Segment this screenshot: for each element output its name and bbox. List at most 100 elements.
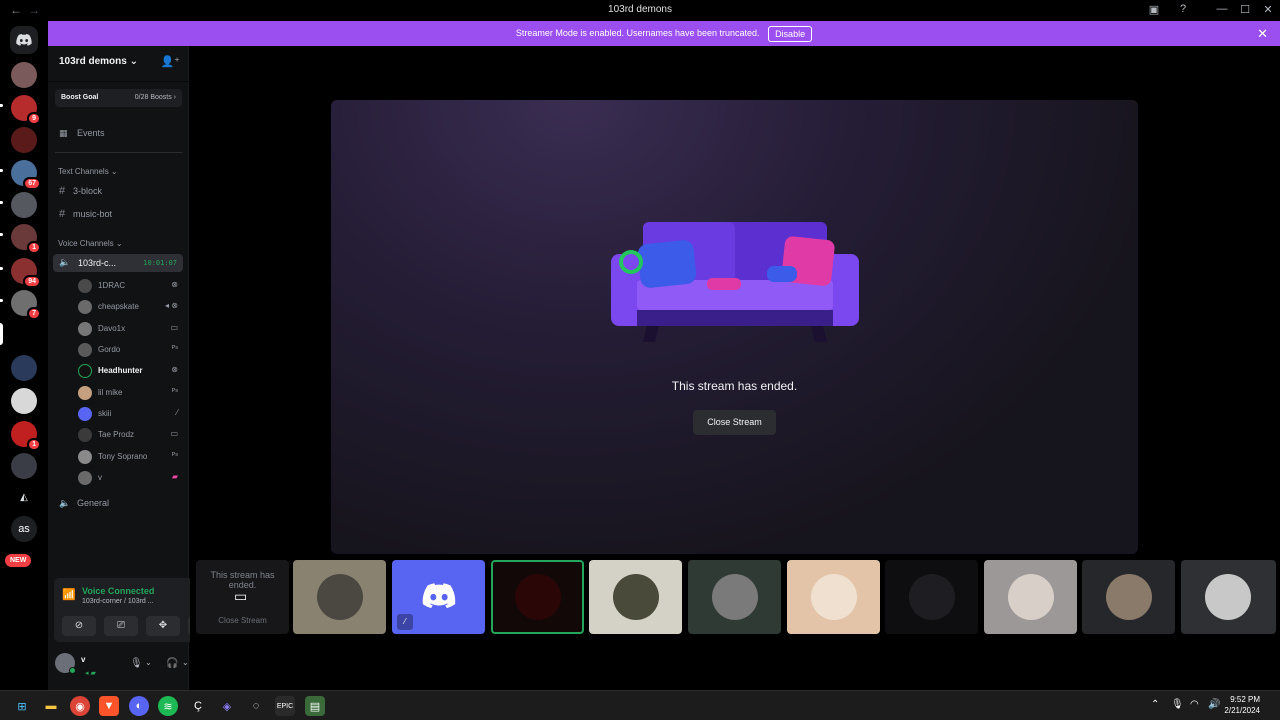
system-clock[interactable]: 9:52 PM 2/21/2024 (1224, 694, 1260, 716)
text-channels-category[interactable]: Text Channels ⌄ (58, 167, 118, 176)
maximize-button[interactable]: ☐ (1237, 3, 1253, 16)
wifi-icon[interactable]: ◠ (1190, 699, 1199, 710)
screen-share-button[interactable]: ⎚ (104, 616, 138, 636)
avatar (613, 574, 659, 620)
playstation-icon: ᴾˢ (171, 451, 178, 460)
active-server-pill (0, 323, 3, 345)
close-banner-icon[interactable]: ✕ (1257, 21, 1268, 46)
voice-channels-category[interactable]: Voice Channels ⌄ (58, 239, 123, 248)
close-window-button[interactable]: ✕ (1260, 3, 1276, 16)
camera-off-button[interactable]: ⊘ (62, 616, 96, 636)
file-explorer-icon[interactable]: ▬ (41, 696, 61, 716)
signal-icon[interactable]: 📶 (62, 588, 76, 601)
voice-member[interactable]: skiii ⁄ (78, 406, 182, 422)
voice-member[interactable]: 1DRAC ⊗ (78, 278, 182, 294)
participant-tile[interactable] (885, 560, 978, 634)
server-icon[interactable]: 94 (11, 258, 41, 288)
app-icon[interactable]: ▤ (305, 696, 325, 716)
voice-member[interactable]: Headhunter ⊗ (78, 363, 182, 379)
mention-badge: 9 (27, 112, 41, 125)
game-icon: ▰ (171, 472, 178, 481)
spotify-icon[interactable]: ≋ (158, 696, 178, 716)
server-icon[interactable] (11, 192, 37, 218)
server-icon[interactable]: 7 (11, 290, 41, 320)
activities-button[interactable]: ✥ (146, 616, 180, 636)
voice-member[interactable]: Davo1x ▭ (78, 321, 182, 337)
voice-member[interactable]: cheapskate ◂ ⊗ (78, 299, 182, 315)
voice-member[interactable]: v ▰ (78, 470, 182, 486)
server-icon[interactable] (11, 453, 37, 479)
participant-tile[interactable] (293, 560, 386, 634)
windows-start-icon[interactable]: ⊞ (12, 696, 32, 716)
epic-games-icon[interactable]: EPIC (275, 696, 295, 716)
steam-icon[interactable]: Ç (188, 696, 208, 716)
ended-stream-tile[interactable]: This stream has ended. ▭ Close Stream (196, 560, 289, 634)
chevron-up-icon[interactable]: ⌃ (1151, 699, 1159, 710)
username[interactable]: v (81, 655, 85, 664)
voice-member[interactable]: lil mike ᴾˢ (78, 385, 182, 401)
voice-member[interactable]: Tae Prodz ▭ (78, 427, 182, 443)
voice-member[interactable]: Gordo ᴾˢ (78, 342, 182, 358)
voice-connected-status[interactable]: Voice Connected (82, 586, 154, 596)
server-icon[interactable]: 67 (11, 160, 41, 190)
headphones-icon[interactable]: 🎧 (166, 658, 178, 669)
minimize-button[interactable]: — (1214, 3, 1230, 15)
avatar (1008, 574, 1054, 620)
boost-goal-bar[interactable]: Boost Goal 0/28 Boosts › (55, 89, 182, 107)
server-icon[interactable] (11, 62, 37, 88)
server-icon[interactable] (11, 388, 37, 414)
volume-icon[interactable]: 🔊 (1208, 699, 1220, 710)
microphone-icon[interactable]: 🎙 (130, 658, 143, 669)
chrome-icon[interactable]: ◉ (70, 696, 90, 716)
close-stream-button[interactable]: Close Stream (693, 410, 776, 435)
channel-3-block[interactable]: #3-block (59, 185, 102, 197)
participant-tile[interactable] (688, 560, 781, 634)
hash-icon: # (59, 208, 66, 220)
avatar (712, 574, 758, 620)
channel-music-bot[interactable]: # music-bot (59, 208, 112, 220)
disable-streamer-mode-button[interactable]: Disable (768, 25, 813, 42)
chevron-down-icon[interactable]: ⌄ (182, 658, 189, 667)
avatar (78, 386, 92, 400)
mention-badge: 67 (23, 177, 41, 190)
active-voice-channel[interactable]: 🔈 103rd-c... 10:01:07 (53, 254, 183, 272)
participant-tile[interactable]: ⁄ (392, 560, 485, 634)
chevron-down-icon[interactable]: ⌄ (145, 658, 152, 667)
guild-name: 103rd demons ⌄ (59, 56, 138, 67)
server-icon[interactable]: 1 (11, 224, 41, 254)
stream-ended-message: This stream has ended. (671, 379, 798, 393)
invite-people-icon[interactable]: 👤⁺ (160, 55, 180, 68)
server-icon[interactable]: 1 (11, 421, 41, 451)
guild-header[interactable]: 103rd demons ⌄ 👤⁺ (48, 46, 189, 82)
app-icon[interactable]: ◌ (246, 696, 266, 716)
participant-tile[interactable] (1082, 560, 1175, 634)
voice-member[interactable]: Tony Soprano ᴾˢ (78, 449, 182, 465)
help-icon[interactable]: ? (1175, 3, 1191, 15)
events-item[interactable]: ▦ Events (59, 128, 105, 139)
server-icon[interactable] (11, 127, 37, 153)
unread-pill (0, 201, 3, 204)
server-icon[interactable]: 9 (11, 95, 41, 125)
server-icon[interactable]: as (11, 516, 37, 542)
server-icon[interactable] (11, 355, 37, 381)
participant-tile-speaking[interactable] (491, 560, 584, 634)
direct-messages-button[interactable] (10, 26, 38, 54)
folder-icon[interactable]: ◭ (11, 485, 37, 511)
boost-goal-label: Boost Goal (61, 94, 99, 101)
title-bar: ← → 103rd demons ▣ ? — ☐ ✕ (0, 0, 1280, 21)
brave-icon[interactable]: ▼ (99, 696, 119, 716)
participant-tile[interactable] (787, 560, 880, 634)
gamepad-icon[interactable]: ◈ (217, 696, 237, 716)
avatar (78, 343, 92, 357)
microphone-icon[interactable]: 🎙 (1171, 699, 1184, 710)
stream-viewer: This stream has ended. Close Stream (331, 100, 1138, 554)
participant-tile[interactable] (1181, 560, 1276, 634)
participant-tile[interactable] (589, 560, 682, 634)
speaker-icon: 🔈 (59, 498, 71, 508)
voice-channel-general[interactable]: 🔈 General (59, 498, 109, 509)
inbox-icon[interactable]: ▣ (1146, 3, 1162, 16)
avatar (78, 279, 92, 293)
discord-app-icon[interactable]: ◐ (129, 696, 149, 716)
tile-close-stream-button[interactable]: Close Stream (196, 616, 289, 625)
participant-tile[interactable] (984, 560, 1077, 634)
